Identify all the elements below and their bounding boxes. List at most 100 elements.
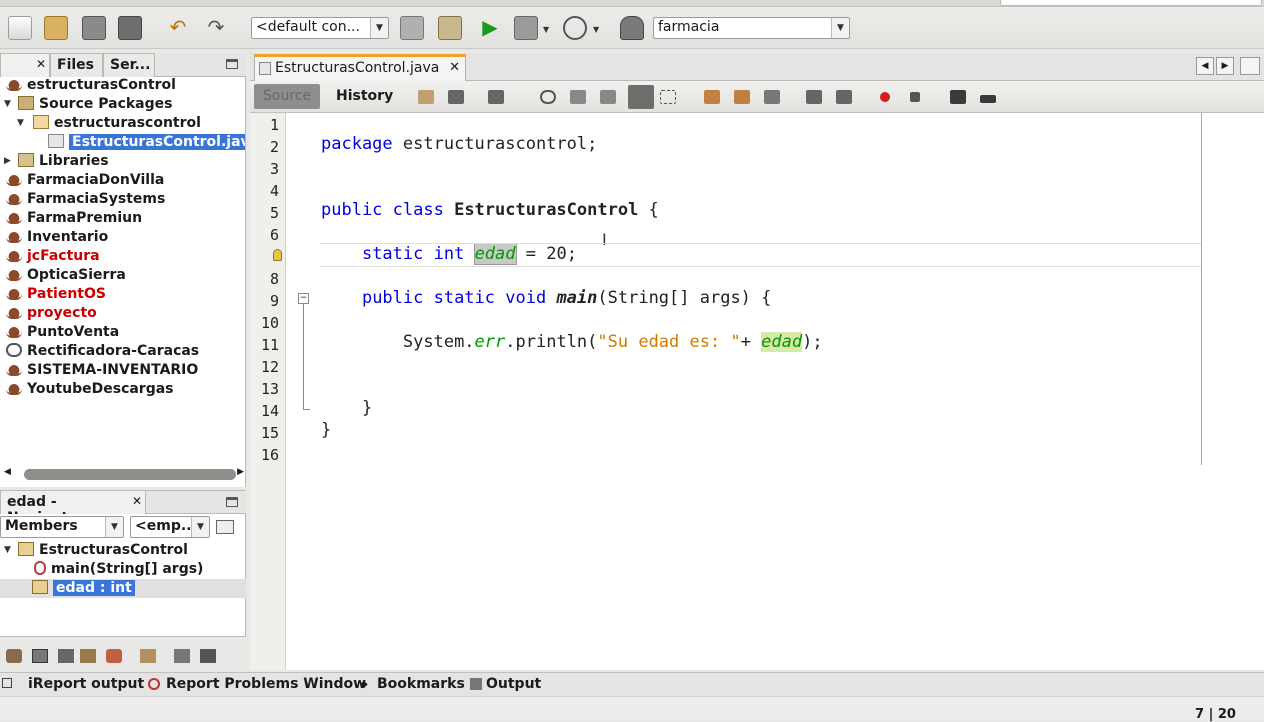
filter-combo[interactable]: <emp... ▼ xyxy=(130,516,210,538)
forward-icon[interactable] xyxy=(488,90,504,104)
scrollbar-thumb[interactable] xyxy=(24,469,236,480)
back-icon[interactable] xyxy=(448,90,464,104)
tree-item[interactable]: jcFactura xyxy=(6,247,100,266)
tree-item[interactable]: estructurascontrol xyxy=(33,114,201,133)
tree-item[interactable]: estructurasControl xyxy=(6,77,176,95)
scroll-right-icon[interactable]: ▶ xyxy=(237,467,244,477)
scroll-left-icon[interactable]: ◀ xyxy=(4,467,11,477)
tab-services[interactable]: Ser... xyxy=(103,53,155,77)
horizontal-scrollbar[interactable]: ◀ ▶ xyxy=(4,467,244,480)
new-project-icon[interactable] xyxy=(44,16,68,40)
server-icon[interactable] xyxy=(620,16,644,40)
filter-icon[interactable] xyxy=(216,520,234,534)
profile-icon[interactable] xyxy=(563,16,587,40)
close-icon[interactable]: ✕ xyxy=(36,57,46,71)
shift-left-icon[interactable] xyxy=(806,90,822,104)
search-box[interactable] xyxy=(1000,0,1262,6)
chevron-down-icon[interactable]: ▼ xyxy=(543,25,549,34)
undo-icon[interactable]: ↶ xyxy=(166,16,190,40)
close-icon[interactable]: ✕ xyxy=(132,494,142,508)
scroll-tabs-right-icon[interactable]: ▶ xyxy=(1216,57,1234,75)
tree-item[interactable]: YoutubeDescargas xyxy=(6,380,174,399)
window-menu-icon[interactable] xyxy=(1240,57,1260,75)
source-tab[interactable]: Source xyxy=(254,84,320,109)
method-icon xyxy=(34,561,46,575)
expand-icon[interactable]: ▼ xyxy=(17,118,24,128)
previous-bookmark-icon[interactable] xyxy=(704,90,720,104)
inner-classes-icon[interactable] xyxy=(106,649,122,663)
new-file-icon[interactable] xyxy=(8,16,32,40)
fields-icon[interactable] xyxy=(32,649,48,663)
tab-ireport-output[interactable]: iReport output xyxy=(28,676,144,692)
run-icon[interactable]: ▶ xyxy=(478,16,502,40)
clean-build-icon[interactable] xyxy=(438,16,462,40)
configuration-combo[interactable]: <default con... ▼ xyxy=(251,17,389,39)
tree-item[interactable]: Libraries xyxy=(18,152,109,171)
field-edad-usage[interactable]: edad xyxy=(761,332,803,352)
tree-item[interactable]: FarmaPremiun xyxy=(6,209,142,228)
tree-item-selected[interactable]: edad : int xyxy=(0,579,246,598)
non-public-icon[interactable] xyxy=(80,649,96,663)
inherited-icon[interactable] xyxy=(6,649,22,663)
build-icon[interactable] xyxy=(400,16,424,40)
uncomment-icon[interactable] xyxy=(980,95,996,103)
project-combo[interactable]: farmacia ▼ xyxy=(653,17,850,39)
tree-item[interactable]: proyecto xyxy=(6,304,97,323)
tree-item[interactable]: OpticaSierra xyxy=(6,266,126,285)
tree-item[interactable]: PuntoVenta xyxy=(6,323,119,342)
last-edit-icon[interactable] xyxy=(418,90,434,104)
line-number: 10 xyxy=(260,314,279,332)
open-project-icon[interactable] xyxy=(82,16,106,40)
scroll-tabs-left-icon[interactable]: ◀ xyxy=(1196,57,1214,75)
tree-item[interactable]: Inventario xyxy=(6,228,108,247)
projects-panel: estructurasControl ▼ Source Packages ▼ e… xyxy=(0,77,246,487)
tree-item[interactable]: SISTEMA-INVENTARIO xyxy=(6,361,198,380)
find-previous-icon[interactable] xyxy=(570,90,586,104)
toggle-bookmark-icon[interactable] xyxy=(764,90,780,104)
tree-item[interactable]: Rectificadora-Caracas xyxy=(6,342,199,361)
toggle-rect-select-icon[interactable] xyxy=(660,90,676,104)
expand-icon[interactable]: ▼ xyxy=(4,545,11,555)
java-project-icon xyxy=(6,172,22,186)
sort-name-icon[interactable] xyxy=(174,649,190,663)
tree-item[interactable]: main(String[] args) xyxy=(34,560,203,579)
tab-report-problems[interactable]: Report Problems Window xyxy=(166,676,366,692)
fold-icon[interactable]: − xyxy=(298,293,309,304)
shift-right-icon[interactable] xyxy=(836,90,852,104)
sort-icon[interactable] xyxy=(140,649,156,663)
history-tab[interactable]: History xyxy=(336,88,393,104)
tree-item[interactable]: PatientOS xyxy=(6,285,106,304)
stop-macro-icon[interactable] xyxy=(910,92,920,102)
tab-output[interactable]: Output xyxy=(486,676,541,692)
record-macro-icon[interactable] xyxy=(880,92,890,102)
tree-item-selected[interactable]: EstructurasControl.java xyxy=(48,133,245,152)
save-all-icon[interactable] xyxy=(118,16,142,40)
static-icon[interactable] xyxy=(58,649,74,663)
tab-projects[interactable]: ✕ xyxy=(0,53,50,77)
minimize-icon[interactable] xyxy=(226,497,238,507)
tree-item[interactable]: FarmaciaDonVilla xyxy=(6,171,164,190)
expand-icon[interactable]: ▼ xyxy=(4,99,11,109)
members-combo[interactable]: Members ▼ xyxy=(0,516,124,538)
tab-bookmarks[interactable]: Bookmarks xyxy=(377,676,465,692)
toggle-highlight-icon[interactable] xyxy=(628,85,654,109)
close-icon[interactable]: ✕ xyxy=(449,60,460,75)
tab-files[interactable]: Files xyxy=(50,53,103,77)
tree-item[interactable]: Source Packages xyxy=(18,95,172,114)
sort-source-icon[interactable] xyxy=(200,649,216,663)
tree-item[interactable]: EstructurasControl xyxy=(18,541,188,560)
minimize-icon[interactable] xyxy=(226,59,238,69)
comment-icon[interactable] xyxy=(950,90,966,104)
redo-icon[interactable]: ↷ xyxy=(204,16,228,40)
code-editor[interactable]: − package estructurascontrol; public cla… xyxy=(286,113,1264,670)
find-next-icon[interactable] xyxy=(600,90,616,104)
debug-icon[interactable] xyxy=(514,16,538,40)
chevron-down-icon[interactable]: ▼ xyxy=(593,25,599,34)
tab-navigator[interactable]: edad - Navigator✕ xyxy=(0,490,146,526)
collapse-icon[interactable]: ▶ xyxy=(4,156,11,166)
tree-item[interactable]: FarmaciaSystems xyxy=(6,190,165,209)
next-bookmark-icon[interactable] xyxy=(734,90,750,104)
tab-estructurascontrol-java[interactable]: EstructurasControl.java ✕ xyxy=(254,54,466,81)
lightbulb-hint-icon[interactable] xyxy=(273,249,282,261)
find-icon[interactable] xyxy=(540,90,556,104)
